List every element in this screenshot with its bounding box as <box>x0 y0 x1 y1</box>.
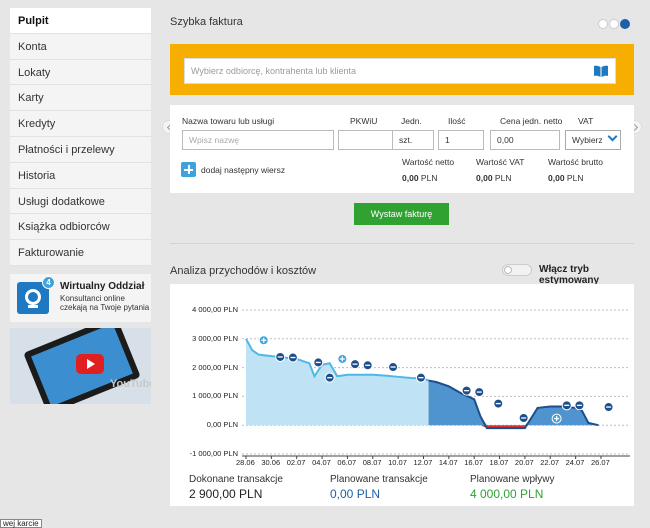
stat-planned-transactions-label: Planowane transakcje <box>330 474 428 485</box>
stat-planned-income-value: 4 000,00 PLN <box>470 487 544 501</box>
play-icon[interactable] <box>76 353 104 374</box>
item-name-input[interactable]: Wpisz nazwę <box>182 130 334 150</box>
video-thumbnail[interactable]: YouTube <box>10 327 151 404</box>
issue-invoice-button[interactable]: Wystaw fakturę <box>354 203 449 225</box>
carousel-dot-active[interactable] <box>620 19 630 29</box>
sidebar-item-7[interactable]: Usługi dodatkowe <box>10 188 151 215</box>
invoice-title: Szybka faktura <box>170 16 243 28</box>
carousel-dot[interactable] <box>609 19 619 29</box>
gross-total-value: 0,00 PLN <box>548 173 583 183</box>
sidebar: Pulpit Konta Lokaty Karty Kredyty Płatności i… <box>10 8 151 404</box>
sidebar-item-9[interactable]: Fakturowanie <box>10 240 151 266</box>
virtual-office-subtitle: Konsultanci online czekają na Twoje pyta… <box>60 293 150 312</box>
sidebar-item-8[interactable]: Książka odbiorców <box>10 214 151 241</box>
net-total-value: 0,00 PLN <box>402 173 437 183</box>
notification-badge: 4 <box>42 275 55 289</box>
youtube-watermark: YouTube <box>110 377 151 390</box>
chart-plot <box>242 309 630 459</box>
col-qty-label: Ilość <box>448 116 466 126</box>
sidebar-item-0[interactable]: Pulpit <box>10 8 151 34</box>
carousel-dots <box>597 16 630 34</box>
stat-planned-income-label: Planowane wpływy <box>470 474 555 485</box>
stat-planned-transactions-value: 0,00 PLN <box>330 487 381 501</box>
gross-total-label: Wartość brutto <box>548 157 603 167</box>
analysis-chart: 4 000,00 PLN 3 000,00 PLN 2 000,00 PLN 1 00… <box>170 284 634 506</box>
address-book-icon[interactable] <box>593 65 609 78</box>
analysis-title: Analiza przychodów i kosztów <box>170 265 317 277</box>
col-unit-label: Jedn. <box>401 116 422 126</box>
sidebar-item-1[interactable]: Konta <box>10 33 151 60</box>
net-total-amount: 0,00 <box>402 173 419 183</box>
sidebar-item-3[interactable]: Karty <box>10 85 151 112</box>
col-pkwiu-label: PKWiU <box>350 116 378 126</box>
stat-completed-value: 2 900,00 PLN <box>189 487 263 501</box>
price-input[interactable]: 0,00 <box>490 130 560 150</box>
toggle-knob <box>504 266 512 274</box>
chevron-down-icon <box>607 131 618 142</box>
unit-input[interactable]: szt. <box>392 130 434 150</box>
tooltip-fragment: wej karcie <box>0 519 42 528</box>
vat-total-label: Wartość VAT <box>476 157 525 167</box>
sidebar-item-4[interactable]: Kredyty <box>10 111 151 137</box>
virtual-office-banner[interactable]: 4 Wirtualny Oddział Konsultanci online c… <box>10 273 151 322</box>
sidebar-nav: Pulpit Konta Lokaty Karty Kredyty Płatności i… <box>10 8 151 266</box>
estimate-mode-toggle[interactable] <box>502 264 532 276</box>
col-name-label: Nazwa towaru lub usługi <box>182 116 275 126</box>
invoice-form: Nazwa towaru lub usługi PKWiU Jedn. Iloś… <box>170 105 634 193</box>
qty-input[interactable]: 1 <box>438 130 484 150</box>
vat-total-amount: 0,00 <box>476 173 493 183</box>
recipient-panel: Wybierz odbiorcę, kontrahenta lub klient… <box>170 44 634 95</box>
col-vat-label: VAT <box>578 116 594 126</box>
vat-total-value: 0,00 PLN <box>476 173 511 183</box>
divider <box>170 243 634 244</box>
recipient-input[interactable]: Wybierz odbiorcę, kontrahenta lub klient… <box>184 58 616 84</box>
recipient-placeholder: Wybierz odbiorcę, kontrahenta lub klient… <box>191 66 357 76</box>
sidebar-item-2[interactable]: Lokaty <box>10 59 151 86</box>
net-total-currency: PLN <box>420 173 438 183</box>
stat-completed-label: Dokonane transakcje <box>189 474 283 485</box>
gross-total-currency: PLN <box>566 173 584 183</box>
gross-total-amount: 0,00 <box>548 173 565 183</box>
planned-area <box>428 380 599 426</box>
sidebar-item-6[interactable]: Historia <box>10 162 151 189</box>
sidebar-item-5[interactable]: Płatności i przelewy <box>10 136 151 163</box>
vat-total-currency: PLN <box>494 173 512 183</box>
col-price-label: Cena jedn. netto <box>500 116 563 126</box>
virtual-office-title: Wirtualny Oddział <box>60 280 145 292</box>
pkwiu-input[interactable] <box>338 130 398 150</box>
carousel-dot[interactable] <box>598 19 608 29</box>
vat-select[interactable]: Wybierz <box>565 130 621 150</box>
net-total-label: Wartość netto <box>402 157 455 167</box>
actual-area <box>246 338 429 426</box>
vat-select-value: Wybierz <box>572 135 603 145</box>
estimate-mode-label: Włącz tryb estymowany <box>539 264 600 286</box>
add-row-link[interactable]: dodaj następny wiersz <box>201 165 285 175</box>
add-row-icon[interactable] <box>181 162 196 177</box>
